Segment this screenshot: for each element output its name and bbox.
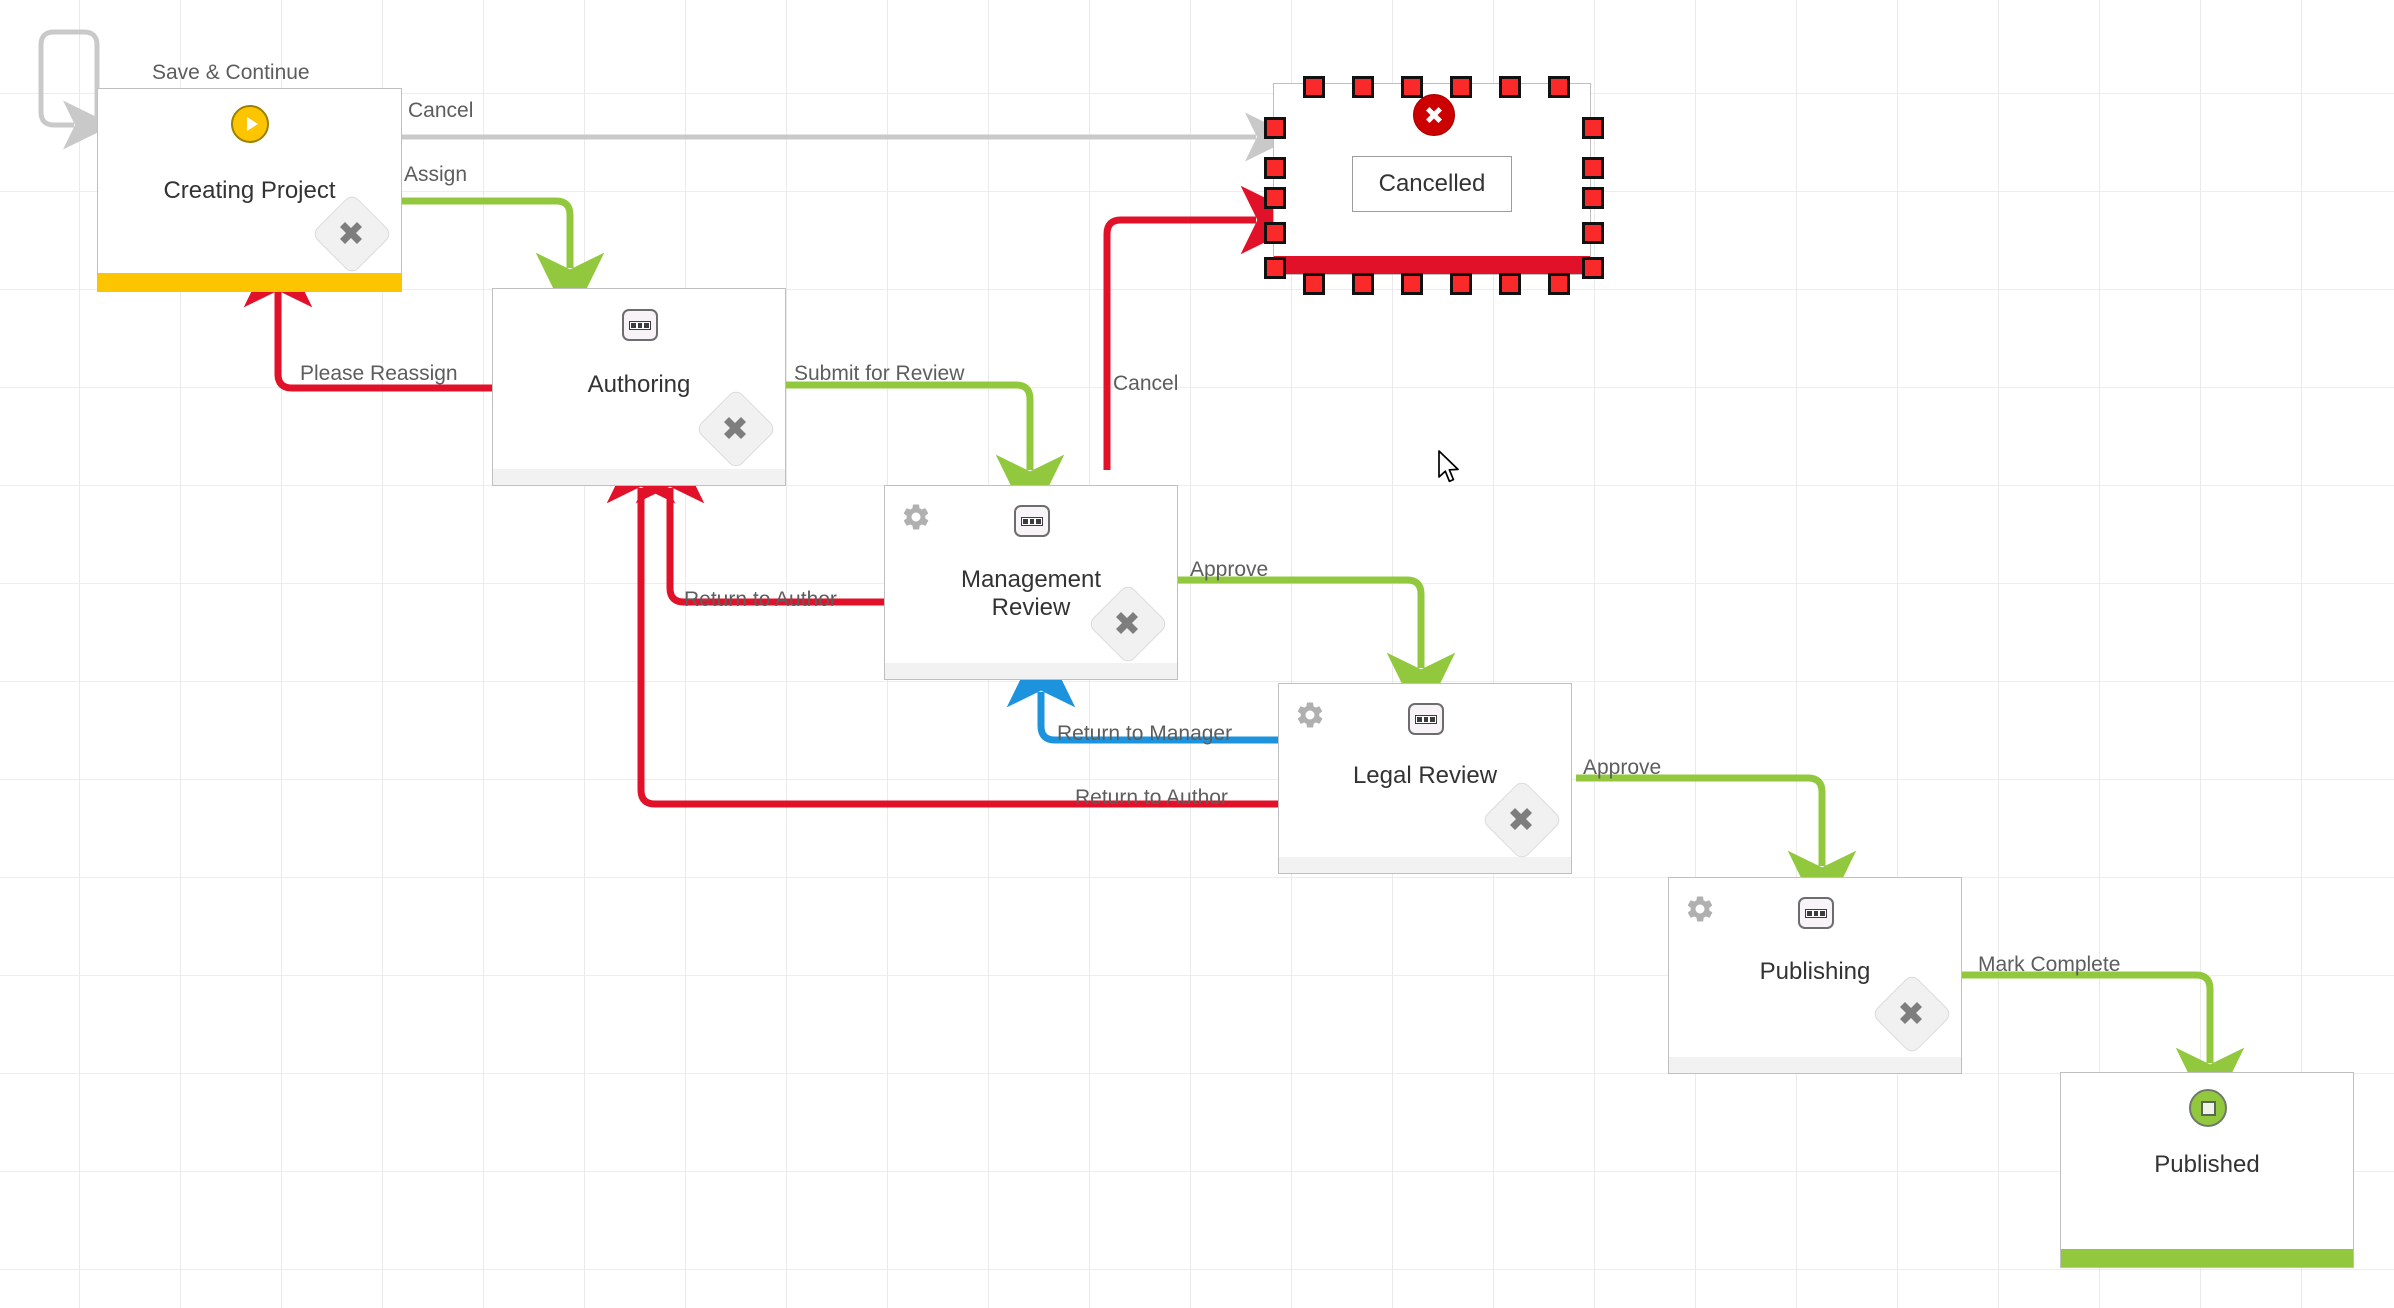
node-footer-bar bbox=[885, 663, 1177, 679]
form-icon bbox=[1014, 505, 1050, 537]
edge-path-save-continue bbox=[38, 29, 113, 150]
delete-handle-authoring[interactable] bbox=[694, 387, 778, 471]
mouse-cursor bbox=[1438, 450, 1459, 483]
selection-handle-e-3[interactable] bbox=[1582, 222, 1604, 244]
edge-path-mark-complete bbox=[1962, 971, 2245, 1118]
cancel-circle-icon bbox=[1413, 94, 1455, 136]
selection-handle-n-1[interactable] bbox=[1352, 76, 1374, 98]
node-accent-bar bbox=[2061, 1249, 2353, 1267]
edge-label-mark-complete[interactable]: Mark Complete bbox=[1978, 953, 2120, 977]
selection-handle-s-2[interactable] bbox=[1401, 273, 1423, 295]
gear-icon bbox=[1685, 894, 1715, 924]
node-footer-bar bbox=[1279, 857, 1571, 873]
selection-handle-s-3[interactable] bbox=[1450, 273, 1472, 295]
node-footer-bar bbox=[493, 469, 785, 485]
start-play-icon bbox=[231, 105, 269, 143]
close-icon bbox=[313, 195, 389, 271]
selection-handle-n-3[interactable] bbox=[1450, 76, 1472, 98]
selection-handle-n-5[interactable] bbox=[1548, 76, 1570, 98]
node-accent-bar bbox=[98, 273, 401, 291]
selection-handle-s-5[interactable] bbox=[1548, 273, 1570, 295]
gear-icon bbox=[901, 502, 931, 532]
delete-handle-management-review[interactable] bbox=[1086, 582, 1170, 666]
selection-handle-s-0[interactable] bbox=[1303, 273, 1325, 295]
close-icon bbox=[697, 390, 773, 466]
edge-label-cancel-creating[interactable]: Cancel bbox=[408, 99, 473, 123]
edge-label-assign[interactable]: Assign bbox=[404, 163, 467, 187]
close-icon bbox=[1483, 781, 1559, 857]
selection-handle-s-1[interactable] bbox=[1352, 273, 1374, 295]
edge-label-save-continue[interactable]: Save & Continue bbox=[152, 61, 310, 85]
node-footer-bar bbox=[1669, 1057, 1961, 1073]
edge-label-approve-mgmt[interactable]: Approve bbox=[1190, 558, 1268, 582]
workflow-canvas[interactable]: Save & Continue Cancel Assign Please Rea… bbox=[0, 0, 2394, 1308]
selection-handle-e-1[interactable] bbox=[1582, 157, 1604, 179]
edge-label-submit-review[interactable]: Submit for Review bbox=[794, 362, 964, 386]
selection-handle-w-4[interactable] bbox=[1264, 257, 1286, 279]
selection-handle-n-4[interactable] bbox=[1499, 76, 1521, 98]
node-cancelled[interactable]: Cancelled bbox=[1273, 83, 1591, 275]
delete-handle-legal-review[interactable] bbox=[1480, 778, 1564, 862]
end-stop-icon bbox=[2189, 1089, 2227, 1127]
edge-label-approve-legal[interactable]: Approve bbox=[1583, 756, 1661, 780]
node-accent-bar bbox=[1274, 256, 1590, 274]
edge-path-return-author-mgmt bbox=[635, 433, 884, 606]
edge-label-return-manager[interactable]: Return to Manager bbox=[1057, 722, 1232, 746]
form-icon bbox=[1408, 703, 1444, 735]
node-published[interactable]: Published bbox=[2060, 1072, 2354, 1268]
selection-handle-w-1[interactable] bbox=[1264, 157, 1286, 179]
form-icon bbox=[622, 309, 658, 341]
close-icon bbox=[1089, 585, 1165, 661]
edge-path-submit-review bbox=[786, 381, 1065, 525]
selection-handle-w-0[interactable] bbox=[1264, 117, 1286, 139]
edge-label-cancel-management[interactable]: Cancel bbox=[1113, 372, 1178, 396]
edge-path-approve-mgmt bbox=[1178, 576, 1456, 723]
edge-label-return-author-legal[interactable]: Return to Author bbox=[1075, 786, 1228, 810]
selection-handle-w-2[interactable] bbox=[1264, 187, 1286, 209]
selection-handle-e-0[interactable] bbox=[1582, 117, 1604, 139]
edge-label-return-author-mgmt[interactable]: Return to Author bbox=[684, 588, 837, 612]
form-icon bbox=[1798, 897, 1834, 929]
edge-label-please-reassign[interactable]: Please Reassign bbox=[300, 362, 458, 386]
edge-path-assign bbox=[402, 197, 605, 323]
node-label-published: Published bbox=[2154, 1151, 2260, 1178]
delete-handle-publishing[interactable] bbox=[1870, 972, 1954, 1056]
selection-handle-n-0[interactable] bbox=[1303, 76, 1325, 98]
close-icon bbox=[1873, 975, 1949, 1051]
edge-path-approve-legal bbox=[1576, 774, 1857, 921]
selection-handle-e-2[interactable] bbox=[1582, 187, 1604, 209]
delete-handle-creating-project[interactable] bbox=[310, 192, 394, 276]
edge-path-cancel-management bbox=[1103, 185, 1311, 470]
selection-handle-e-4[interactable] bbox=[1582, 257, 1604, 279]
gear-icon bbox=[1295, 700, 1325, 730]
node-label-editbox-cancelled[interactable]: Cancelled bbox=[1352, 156, 1512, 212]
selection-handle-n-2[interactable] bbox=[1401, 76, 1423, 98]
node-label-cancelled: Cancelled bbox=[1378, 170, 1486, 197]
selection-handle-s-4[interactable] bbox=[1499, 273, 1521, 295]
selection-handle-w-3[interactable] bbox=[1264, 222, 1286, 244]
